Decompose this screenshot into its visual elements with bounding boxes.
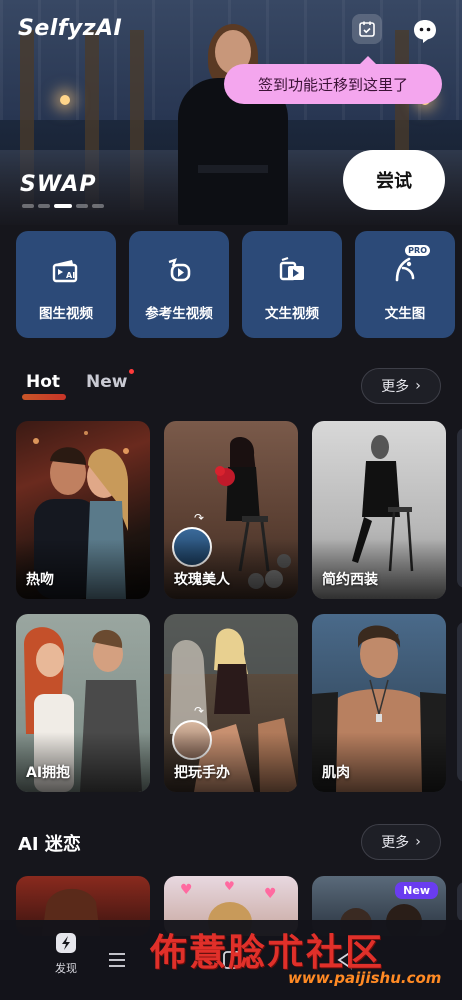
template-card[interactable]: 热吻 [16, 421, 150, 599]
card-peek [457, 428, 462, 588]
tile-label: 参考生视频 [145, 306, 213, 322]
text-to-video-icon [275, 253, 309, 287]
tile-label: 文生视频 [265, 306, 319, 322]
more-label: 更多 [381, 835, 410, 851]
menu-icon [109, 953, 125, 967]
app-logo: SelfyzAI [18, 16, 123, 41]
hot-grid-row-1: 热吻 ↷ 玫瑰美人 简约西装 [16, 421, 446, 599]
calendar-check-icon [359, 21, 375, 37]
nav-discover[interactable]: 发现 [53, 930, 79, 976]
tab-hot[interactable]: Hot [21, 372, 67, 400]
hot-grid-row-2: AI拥抱 ↷ 把玩手办 肌肉 [16, 614, 446, 792]
card-caption: 简约西装 [322, 572, 378, 588]
card-caption: 玫瑰美人 [174, 572, 230, 588]
card-caption: AI拥抱 [26, 765, 71, 781]
nav-label: 发现 [55, 962, 77, 975]
new-badge: New [395, 882, 438, 899]
tab-new[interactable]: New [86, 369, 134, 392]
template-card[interactable]: ↷ 玫瑰美人 [164, 421, 298, 599]
chat-bubble-icon [414, 20, 436, 43]
template-card[interactable]: 肌肉 [312, 614, 446, 792]
tile-label: 图生视频 [39, 306, 93, 322]
svg-text:AI: AI [66, 271, 75, 280]
card-caption: 肌肉 [322, 765, 350, 781]
svg-text:♥: ♥ [180, 882, 193, 898]
reference-video-icon [162, 253, 196, 287]
text-to-image-icon: PRO [388, 245, 430, 287]
tile-reference-video[interactable]: 参考生视频 [129, 231, 229, 338]
carousel-indicator [22, 204, 104, 208]
checkin-tooltip[interactable]: 签到功能迁移到这里了 [224, 56, 442, 104]
card-peek [457, 622, 462, 782]
carousel-dot [92, 204, 104, 208]
svg-text:♥: ♥ [264, 886, 277, 902]
template-card[interactable]: ↷ 把玩手办 [164, 614, 298, 792]
tile-text-to-video[interactable]: 文生视频 [242, 231, 342, 338]
tile-text-to-image[interactable]: PRO 文生图 [355, 231, 455, 338]
pro-badge: PRO [405, 245, 430, 256]
carousel-dot-active [54, 204, 72, 208]
more-label: 更多 [381, 379, 410, 395]
discover-icon [56, 933, 76, 953]
watermark-url: www.paijishu.com [288, 969, 442, 987]
section-title: AI 迷恋 [18, 834, 81, 855]
chevron-right-icon: › [415, 378, 421, 394]
try-button[interactable]: 尝试 [343, 150, 445, 210]
chat-bot-button[interactable] [408, 14, 442, 48]
carousel-dot [22, 204, 34, 208]
tile-image-to-video[interactable]: AI 图生视频 [16, 231, 116, 338]
tile-label: 文生图 [384, 306, 426, 322]
image-to-video-icon: AI [49, 253, 83, 287]
chevron-right-icon: › [415, 834, 421, 850]
card-caption: 把玩手办 [174, 765, 230, 781]
carousel-dot [38, 204, 50, 208]
content-tabs: Hot New [21, 369, 134, 400]
swap-arrow-icon: ↷ [194, 704, 205, 718]
carousel-dot [76, 204, 88, 208]
card-caption: 热吻 [26, 572, 54, 588]
tab-new-label: New [86, 372, 128, 392]
template-card[interactable]: 简约西装 [312, 421, 446, 599]
template-card[interactable]: AI拥抱 [16, 614, 150, 792]
feature-tiles: AI 图生视频 参考生视频 文生视频 PRO 文生图 [16, 231, 455, 338]
hero-person-image [170, 20, 295, 225]
more-button-hot[interactable]: 更多 › [361, 368, 441, 404]
nav-menu[interactable] [108, 952, 126, 968]
notification-dot [128, 369, 134, 374]
hero-lamp [60, 95, 70, 105]
watermark-text: 佈薏腍朮社区 [150, 930, 384, 974]
checkin-calendar-button[interactable] [352, 14, 382, 44]
more-button-section2[interactable]: 更多 › [361, 824, 441, 860]
svg-text:♥: ♥ [224, 879, 235, 893]
swap-arrow-icon: ↷ [194, 511, 205, 525]
banner-label: SWAP [20, 172, 97, 197]
card-peek [457, 882, 462, 922]
